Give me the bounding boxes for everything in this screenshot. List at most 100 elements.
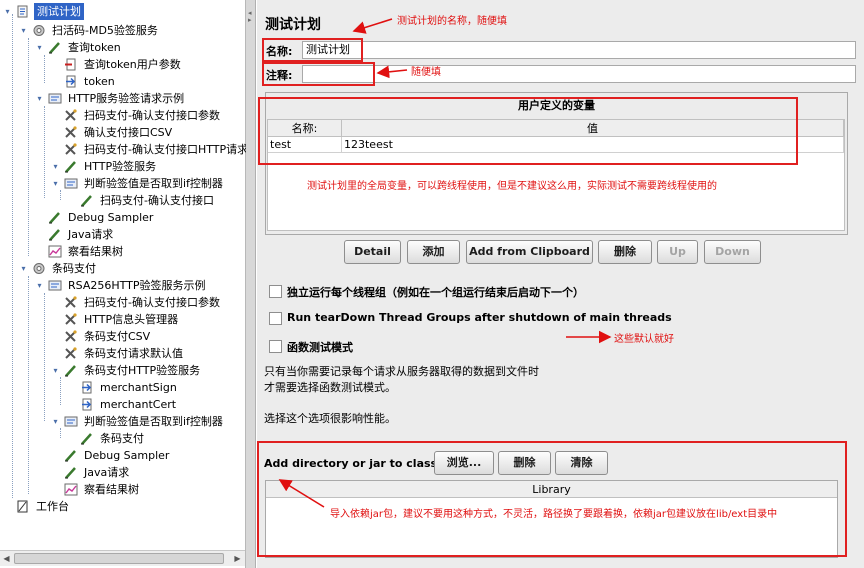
tree-item-extractor[interactable]: merchantCert (66, 396, 246, 413)
up-button[interactable]: Up (657, 240, 698, 264)
tree-item-controller[interactable]: ▾ RSA256HTTP验签服务示例 (34, 277, 246, 294)
name-field[interactable]: 测试计划 (302, 41, 856, 59)
down-button[interactable]: Down (704, 240, 761, 264)
annotation-box-comment (262, 62, 375, 86)
tree-item-controller[interactable]: ▾ 判断验签值是否取到if控制器 (50, 413, 246, 430)
teardown-label: Run tearDown Thread Groups after shutdow… (287, 311, 672, 324)
listener-icon (64, 483, 78, 496)
tree-item-listener[interactable]: 察看结果树 (50, 481, 246, 498)
tree-item-sampler[interactable]: ▾ 条码支付HTTP验签服务 (50, 362, 246, 379)
tree-item-listener[interactable]: 察看结果树 (34, 243, 246, 260)
collapse-toggle-icon[interactable]: ▾ (3, 7, 12, 16)
extractor-icon (66, 75, 76, 88)
collapse-toggle-icon[interactable]: ▾ (19, 264, 28, 273)
tree-item-sampler[interactable]: 条码支付 (66, 430, 246, 447)
preprocessor-icon (65, 58, 76, 71)
tree-horizontal-scrollbar[interactable]: ◀ ▶ (0, 550, 245, 566)
tree-item-sampler[interactable]: 扫码支付-确认支付接口 (66, 192, 246, 209)
performance-note: 选择这个选项很影响性能。 (264, 412, 396, 425)
annotation-box-variables (258, 97, 798, 165)
tree-item-label: Java请求 (68, 228, 114, 241)
tree-item-test-plan[interactable]: ▾ 测试计划 (2, 3, 242, 20)
tree-item-controller[interactable]: ▾ 判断验签值是否取到if控制器 (50, 175, 246, 192)
tree-item-label: 查询token (68, 41, 121, 54)
tree-item-config[interactable]: 扫码支付-确认支付接口HTTP请求 (50, 141, 249, 158)
collapse-toggle-icon[interactable]: ▾ (35, 94, 44, 103)
config-icon (65, 143, 77, 155)
annotation-variables: 测试计划里的全局变量，可以跨线程使用，但是不建议这么用，实际测试不需要跨线程使用… (307, 181, 717, 192)
tree-item-label: 扫码支付-确认支付接口 (100, 194, 214, 207)
tree-panel[interactable]: ▾ 测试计划 ▾ 扫活码-MD5验签服务 ▾ 查询token 查询token用户… (0, 0, 249, 568)
tree-item-thread-group[interactable]: ▾ 扫活码-MD5验签服务 (18, 22, 246, 39)
comment-field[interactable] (302, 65, 856, 83)
collapse-toggle-icon[interactable]: ▾ (51, 179, 60, 188)
annotation-classpath: 导入依赖jar包，建议不要用这种方式，不灵活，路径换了要跟着换，依赖jar包建议… (330, 509, 778, 520)
tree-item-label: 判断验签值是否取到if控制器 (84, 177, 223, 190)
tree-item-config[interactable]: 确认支付接口CSV (50, 124, 246, 141)
tree-item-config[interactable]: 扫码支付-确认支付接口参数 (50, 107, 246, 124)
annotation-defaults: 这些默认就好 (614, 334, 674, 345)
tree-item-label: Debug Sampler (68, 211, 154, 224)
tree-item-extractor[interactable]: merchantSign (66, 379, 246, 396)
tree-item-extractor[interactable]: token (50, 73, 246, 90)
sampler-icon (65, 450, 76, 462)
tree-item-preprocessor[interactable]: 查询token用户参数 (50, 56, 246, 73)
tree-item-controller[interactable]: ▾ HTTP服务验签请求示例 (34, 90, 246, 107)
collapse-toggle-icon[interactable]: ▾ (19, 26, 28, 35)
scroll-left-icon[interactable]: ◀ (0, 551, 13, 566)
listener-icon (48, 245, 62, 258)
tree-item-config[interactable]: 扫码支付-确认支付接口参数 (50, 294, 246, 311)
teardown-checkbox[interactable] (269, 312, 282, 325)
scrollbar-thumb[interactable] (14, 553, 224, 564)
delete-button[interactable]: 删除 (598, 240, 652, 264)
annotation-name: 测试计划的名称，随便填 (397, 16, 507, 27)
config-icon (65, 296, 77, 308)
tree-item-label: 条码支付 (100, 432, 144, 445)
tree-item-label: 条码支付 (52, 262, 96, 275)
extractor-icon (82, 381, 92, 394)
tree-item-config[interactable]: 条码支付请求默认值 (50, 345, 246, 362)
annotation-box-classpath (257, 441, 847, 557)
tree-item-sampler[interactable]: Java请求 (50, 464, 246, 481)
collapse-toggle-icon[interactable]: ▾ (51, 162, 60, 171)
annotation-comment: 随便填 (411, 67, 441, 78)
config-icon (65, 330, 77, 342)
collapse-toggle-icon[interactable]: ▾ (51, 417, 60, 426)
scroll-right-icon[interactable]: ▶ (231, 551, 244, 566)
serialize-threadgroups-checkbox[interactable] (269, 285, 282, 298)
add-button[interactable]: 添加 (407, 240, 460, 264)
tree-item-config[interactable]: HTTP信息头管理器 (50, 311, 246, 328)
tree-item-label: 条码支付CSV (84, 330, 151, 343)
sampler-icon (65, 467, 76, 479)
thread-group-icon (33, 263, 45, 274)
collapse-toggle-icon[interactable]: ▾ (35, 281, 44, 290)
collapse-toggle-icon[interactable]: ▾ (51, 366, 60, 375)
tree-item-sampler[interactable]: ▾ 查询token (34, 39, 246, 56)
tree-item-sampler[interactable]: Debug Sampler (50, 447, 246, 464)
workbench-icon (17, 500, 28, 513)
tree-item-label: 扫码支付-确认支付接口参数 (84, 296, 220, 309)
add-from-clipboard-button[interactable]: Add from Clipboard (466, 240, 593, 264)
controller-icon (64, 416, 78, 427)
tree-item-label: 工作台 (36, 500, 69, 513)
functional-mode-checkbox[interactable] (269, 340, 282, 353)
test-plan-icon (17, 5, 28, 18)
tree-item-workbench[interactable]: 工作台 (2, 498, 242, 515)
tree-item-label: 扫码支付-确认支付接口HTTP请求 (84, 143, 249, 156)
tree-item-sampler[interactable]: Debug Sampler (34, 209, 246, 226)
functional-mode-label: 函数测试模式 (287, 341, 353, 354)
tree-item-label: HTTP信息头管理器 (84, 313, 179, 326)
extractor-icon (82, 398, 92, 411)
functional-note-line-2: 才需要选择函数测试模式。 (264, 381, 396, 394)
detail-button[interactable]: Detail (344, 240, 401, 264)
tree-item-label: 扫码支付-确认支付接口参数 (84, 109, 220, 122)
split-pane-divider[interactable]: ◂ ▸ (246, 0, 256, 568)
tree-item-config[interactable]: 条码支付CSV (50, 328, 246, 345)
config-icon (65, 347, 77, 359)
tree-item-label: Debug Sampler (84, 449, 170, 462)
tree-item-sampler[interactable]: ▾ HTTP验签服务 (50, 158, 246, 175)
tree-item-sampler[interactable]: Java请求 (34, 226, 246, 243)
collapse-toggle-icon[interactable]: ▾ (35, 43, 44, 52)
tree-item-label: 确认支付接口CSV (84, 126, 173, 139)
tree-item-thread-group[interactable]: ▾ 条码支付 (18, 260, 246, 277)
